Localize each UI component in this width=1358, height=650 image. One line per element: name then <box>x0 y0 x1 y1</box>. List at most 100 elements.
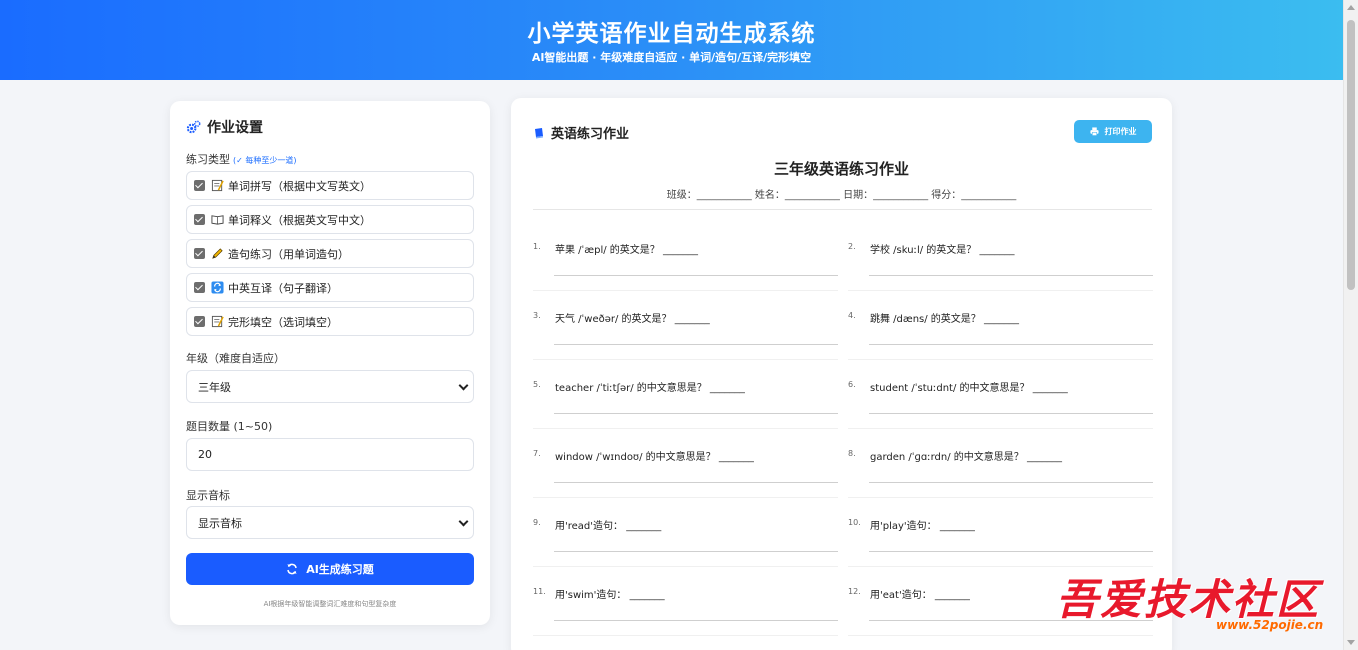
grade-label: 年级（难度自适应） <box>186 352 285 365</box>
question-number: 5. <box>533 380 541 389</box>
checkbox-cloze[interactable] <box>194 316 205 327</box>
answer-line[interactable] <box>869 275 1153 276</box>
memo-icon <box>211 315 224 328</box>
type-option-label: 完形填空（选词填空） <box>228 315 338 329</box>
question-number: 11. <box>533 587 546 596</box>
type-option-label: 造句练习（用单词造句） <box>228 247 349 261</box>
scrollbar-thumb[interactable] <box>1347 20 1355 290</box>
question-text: 用'play'造句： _______ <box>870 521 975 532</box>
answer-line[interactable] <box>869 413 1153 414</box>
question-text: 用'read'造句： _______ <box>555 521 662 532</box>
phonetic-select-value: 显示音标 <box>198 516 242 530</box>
phonetic-label: 显示音标 <box>186 489 230 502</box>
swap-arrows-icon <box>211 281 224 294</box>
scroll-up-arrow-icon[interactable] <box>1347 5 1355 10</box>
question-item: 2. 学校 /skuːl/ 的英文是？ _______ <box>848 238 1153 298</box>
generate-button-label: AI生成练习题 <box>306 563 374 576</box>
print-button-label: 打印作业 <box>1104 127 1137 136</box>
type-option-label: 中英互译（句子翻译） <box>228 281 338 295</box>
question-number: 7. <box>533 449 541 458</box>
app-header: 小学英语作业自动生成系统 AI智能出题 · 年级难度自适应 · 单词/造句/互译… <box>0 0 1343 80</box>
question-item: 7. window /ˈwɪndoʊ/ 的中文意思是？ _______ <box>533 445 838 505</box>
count-input-value: 20 <box>198 448 212 461</box>
question-text: 学校 /skuːl/ 的英文是？ _______ <box>870 245 1015 256</box>
question-number: 8. <box>848 449 856 458</box>
checkbox-meaning[interactable] <box>194 214 205 225</box>
question-text: teacher /ˈtiːtʃər/ 的中文意思是？ _______ <box>555 383 745 394</box>
question-item: 6. student /ˈstuːdnt/ 的中文意思是？ _______ <box>848 376 1153 436</box>
type-option-meaning[interactable]: 单词释义（根据英文写中文） <box>186 205 474 234</box>
gears-icon <box>186 120 201 133</box>
answer-line[interactable] <box>554 413 838 414</box>
question-text: 用'swim'造句： _______ <box>555 590 665 601</box>
question-number: 2. <box>848 242 856 251</box>
answer-line[interactable] <box>869 482 1153 483</box>
question-number: 1. <box>533 242 541 251</box>
answer-line[interactable] <box>554 275 838 276</box>
page-scrollbar[interactable] <box>1343 0 1358 650</box>
grade-select[interactable]: 三年级 <box>186 370 474 403</box>
worksheet-info-line: 班级：___________ 姓名：___________ 日期：_______… <box>666 190 1017 201</box>
divider <box>848 428 1153 429</box>
answer-line[interactable] <box>869 551 1153 552</box>
pencil-icon <box>212 248 223 259</box>
checkbox-translation[interactable] <box>194 282 205 293</box>
answer-line[interactable] <box>554 482 838 483</box>
type-option-translation[interactable]: 中英互译（句子翻译） <box>186 273 474 302</box>
worksheet-header-title-text: 英语练习作业 <box>551 127 630 142</box>
divider <box>533 635 838 636</box>
divider <box>533 359 838 360</box>
worksheet-title: 三年级英语练习作业 <box>773 160 909 178</box>
print-button[interactable]: 打印作业 <box>1074 120 1152 143</box>
type-label-text: 练习类型 <box>186 153 230 166</box>
divider <box>533 209 1152 210</box>
generate-button[interactable]: AI生成练习题 <box>186 553 474 585</box>
checkbox-spelling[interactable] <box>194 180 205 191</box>
divider <box>533 566 838 567</box>
checkbox-sentence[interactable] <box>194 248 205 259</box>
book-icon <box>535 127 543 138</box>
question-item: 8. garden /ˈɡɑːrdn/ 的中文意思是？ _______ <box>848 445 1153 505</box>
printer-icon <box>1089 127 1099 136</box>
question-item: 1. 苹果 /ˈæpl/ 的英文是？ _______ <box>533 238 838 298</box>
settings-title-text: 作业设置 <box>207 120 263 136</box>
question-item: 4. 跳舞 /dæns/ 的英文是？ _______ <box>848 307 1153 367</box>
divider <box>533 497 838 498</box>
type-option-cloze[interactable]: 完形填空（选词填空） <box>186 307 474 336</box>
settings-title: 作业设置 <box>186 117 263 137</box>
question-item: 3. 天气 /ˈweðər/ 的英文是？ _______ <box>533 307 838 367</box>
question-number: 12. <box>848 587 861 596</box>
count-label: 题目数量 (1~50) <box>186 420 273 433</box>
question-number: 4. <box>848 311 856 320</box>
divider <box>533 428 838 429</box>
divider <box>533 290 838 291</box>
type-option-spelling[interactable]: 单词拼写（根据中文写英文） <box>186 171 474 200</box>
type-option-label: 单词拼写（根据中文写英文） <box>228 179 371 193</box>
count-input[interactable]: 20 <box>186 438 474 471</box>
answer-line[interactable] <box>554 551 838 552</box>
refresh-icon <box>287 563 297 575</box>
question-item: 5. teacher /ˈtiːtʃər/ 的中文意思是？ _______ <box>533 376 838 436</box>
phonetic-select[interactable]: 显示音标 <box>186 506 474 539</box>
type-option-sentence[interactable]: 造句练习（用单词造句） <box>186 239 474 268</box>
generate-footnote: AI根据年级智能调整词汇难度和句型复杂度 <box>263 600 397 608</box>
question-item: 11. 用'swim'造句： _______ <box>533 583 838 643</box>
app-title: 小学英语作业自动生成系统 <box>527 21 816 47</box>
question-text: student /ˈstuːdnt/ 的中文意思是？ _______ <box>870 383 1068 394</box>
app-subtitle: AI智能出题 · 年级难度自适应 · 单词/造句/互译/完形填空 <box>531 51 812 64</box>
divider <box>848 497 1153 498</box>
type-option-label: 单词释义（根据英文写中文） <box>228 213 371 227</box>
chevron-down-icon <box>458 516 469 527</box>
question-text: 跳舞 /dæns/ 的英文是？ _______ <box>870 314 1019 325</box>
question-text: 天气 /ˈweðər/ 的英文是？ _______ <box>555 314 710 325</box>
question-text: window /ˈwɪndoʊ/ 的中文意思是？ _______ <box>555 452 754 463</box>
question-number: 3. <box>533 311 541 320</box>
type-label: 练习类型 (✓ 每种至少一道) <box>186 151 297 167</box>
question-text: garden /ˈɡɑːrdn/ 的中文意思是？ _______ <box>870 452 1062 463</box>
answer-line[interactable] <box>869 344 1153 345</box>
question-text: 用'eat'造句： _______ <box>870 590 970 601</box>
answer-line[interactable] <box>554 620 838 621</box>
answer-line[interactable] <box>554 344 838 345</box>
grade-select-value: 三年级 <box>198 380 231 394</box>
watermark-logo: 吾爱技术社区 www.52pojie.cn <box>1052 566 1352 646</box>
